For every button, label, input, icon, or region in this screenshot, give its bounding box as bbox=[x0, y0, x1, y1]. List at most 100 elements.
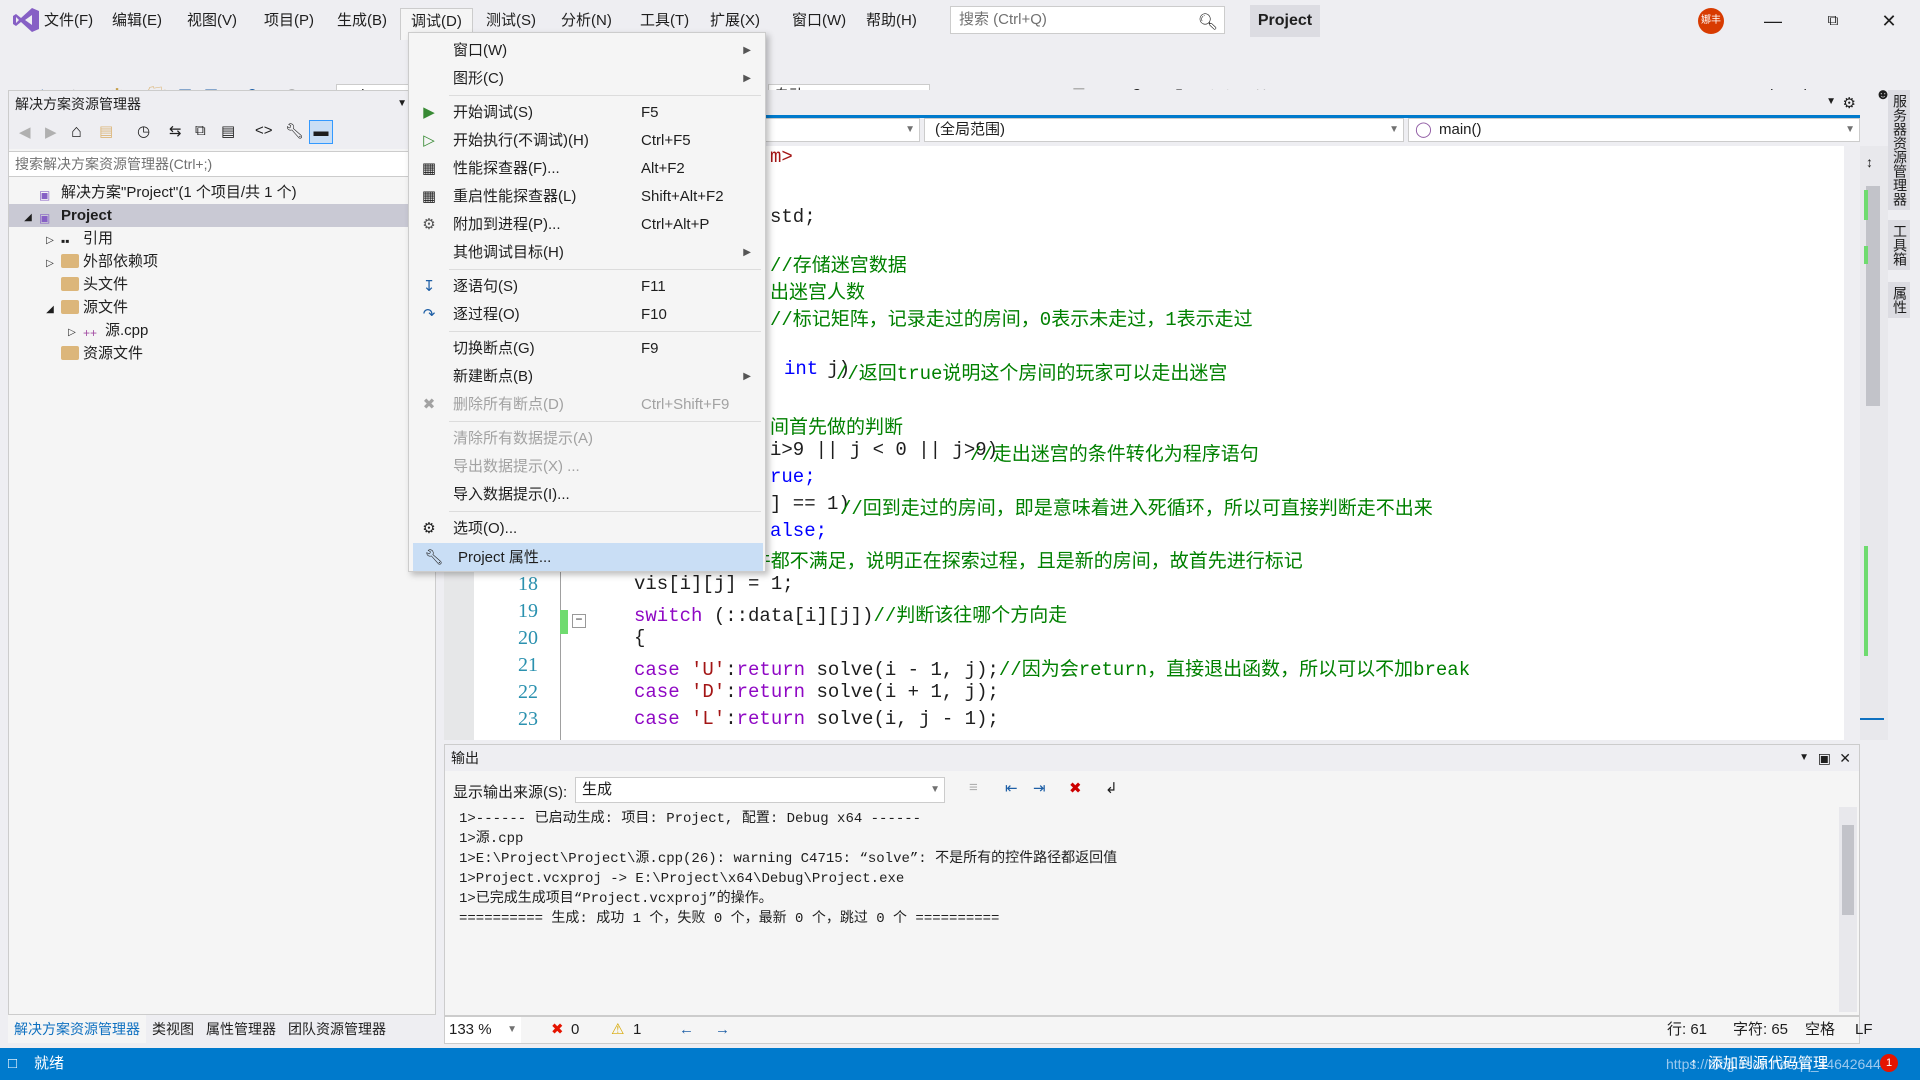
debug-menu-item[interactable]: 新建断点(B) ▶ bbox=[409, 363, 765, 391]
tree-item[interactable]: ▷ 外部依赖项 bbox=[9, 250, 435, 273]
debug-menu-item[interactable]: ▶ 开始调试(S) F5 bbox=[409, 99, 765, 127]
menu-0[interactable]: 文件(F) bbox=[34, 8, 103, 34]
editor-scrollbar[interactable]: ↕ bbox=[1860, 146, 1888, 740]
collapsed-arrow-icon[interactable]: ▷ bbox=[43, 229, 57, 252]
menu-3[interactable]: 项目(P) bbox=[254, 8, 324, 34]
scrollbar-thumb[interactable] bbox=[1842, 825, 1854, 915]
menu-6[interactable]: 测试(S) bbox=[476, 8, 546, 34]
expanded-arrow-icon[interactable]: ◢ bbox=[21, 206, 35, 229]
tree-item[interactable]: ◢ ▣ Project bbox=[9, 204, 435, 227]
debug-menu-item[interactable]: ⚙ 附加到进程(P)... Ctrl+Alt+P bbox=[409, 211, 765, 239]
show-all-files-icon[interactable]: ▤ bbox=[221, 122, 235, 140]
prev-message-icon[interactable]: ⇤ bbox=[1005, 779, 1018, 797]
debug-menu-item[interactable]: 图形(C) ▶ bbox=[409, 65, 765, 93]
debug-menu-item[interactable]: 窗口(W) ▶ bbox=[409, 37, 765, 65]
menu-8[interactable]: 工具(T) bbox=[630, 8, 699, 34]
member-combo[interactable]: ◯ main() ▼ bbox=[1408, 118, 1860, 142]
tree-item[interactable]: ◢ 源文件 bbox=[9, 296, 435, 319]
debug-menu-item[interactable]: 🔧︎ Project 属性... bbox=[413, 543, 763, 571]
menu-7[interactable]: 分析(N) bbox=[551, 8, 622, 34]
ready-icon: □ bbox=[8, 1055, 18, 1072]
word-wrap-icon[interactable]: ↲ bbox=[1105, 779, 1118, 797]
output-scrollbar[interactable] bbox=[1839, 807, 1857, 1012]
collapse-all-icon[interactable]: ⧉ bbox=[195, 122, 206, 139]
split-icon[interactable]: ↕ bbox=[1866, 154, 1873, 170]
maximize-icon[interactable]: ▣ bbox=[1818, 745, 1831, 771]
right-tab-1[interactable]: 工具箱 bbox=[1888, 220, 1910, 270]
view-code-icon[interactable]: <> bbox=[255, 122, 273, 139]
clear-all-icon[interactable]: ✖ bbox=[1069, 779, 1082, 797]
expanded-arrow-icon[interactable]: ◢ bbox=[43, 298, 57, 321]
nav-forward-icon[interactable]: → bbox=[715, 1017, 730, 1043]
debug-menu-item[interactable]: 清除所有数据提示(A) bbox=[409, 425, 765, 453]
error-count[interactable]: 0 bbox=[571, 1017, 579, 1043]
find-message-icon[interactable]: ≡ bbox=[969, 779, 978, 796]
bottom-tab-1[interactable]: 类视图 bbox=[146, 1015, 200, 1043]
tree-item[interactable]: ▷ ▪▪ 引用 bbox=[9, 227, 435, 250]
tree-item[interactable]: ▷ ++ 源.cpp bbox=[9, 319, 435, 342]
error-icon[interactable]: ✖ bbox=[551, 1017, 564, 1043]
menu-4[interactable]: 生成(B) bbox=[327, 8, 397, 34]
bottom-tab-0[interactable]: 解决方案资源管理器 bbox=[8, 1015, 146, 1043]
close-button[interactable]: ✕ bbox=[1866, 6, 1912, 36]
next-message-icon[interactable]: ⇥ bbox=[1033, 779, 1046, 797]
chevron-down-icon[interactable]: ▼ bbox=[1799, 745, 1809, 771]
tab-list-icon[interactable]: ▼ bbox=[1826, 96, 1836, 107]
collapse-icon[interactable]: − bbox=[572, 614, 586, 628]
output-text[interactable]: 1>------ 已启动生成: 项目: Project, 配置: Debug x… bbox=[445, 807, 1845, 1012]
debug-menu-item[interactable]: 导出数据提示(X) ... bbox=[409, 453, 765, 481]
collapsed-arrow-icon[interactable]: ▷ bbox=[65, 321, 79, 344]
avatar[interactable]: 娜丰 bbox=[1698, 8, 1724, 34]
menu-1[interactable]: 编辑(E) bbox=[102, 8, 172, 34]
minimize-button[interactable]: — bbox=[1750, 6, 1796, 36]
close-icon[interactable]: ✕ bbox=[1839, 745, 1851, 771]
debug-menu-item[interactable]: ⚙ 选项(O)... bbox=[409, 515, 765, 543]
pending-changes-icon[interactable]: ◷ bbox=[137, 122, 150, 140]
add-to-source-control[interactable]: 添加到源代码管理 bbox=[1708, 1048, 1828, 1080]
zoom-select[interactable]: 133 % ▼ bbox=[445, 1017, 521, 1043]
back-icon[interactable]: ◀ bbox=[19, 123, 31, 141]
menu-11[interactable]: 帮助(H) bbox=[856, 8, 927, 34]
debug-menu-item[interactable]: 其他调试目标(H) ▶ bbox=[409, 239, 765, 267]
collapsed-arrow-icon[interactable]: ▷ bbox=[43, 252, 57, 275]
restore-button[interactable]: ⧉ bbox=[1810, 6, 1856, 36]
warning-icon[interactable]: ⚠ bbox=[611, 1017, 624, 1043]
solution-search-input[interactable]: 搜索解决方案资源管理器(Ctrl+;) bbox=[9, 151, 435, 177]
debug-menu-item[interactable]: ▦ 性能探查器(F)... Alt+F2 bbox=[409, 155, 765, 183]
nav-back-icon[interactable]: ← bbox=[679, 1017, 694, 1043]
menu-9[interactable]: 扩展(X) bbox=[700, 8, 770, 34]
forward-icon[interactable]: ▶ bbox=[45, 123, 57, 141]
chevron-down-icon[interactable]: ▼ bbox=[397, 91, 407, 117]
bottom-tab-3[interactable]: 团队资源管理器 bbox=[282, 1015, 392, 1043]
scrollbar-thumb[interactable] bbox=[1866, 186, 1880, 406]
tree-item[interactable]: 资源文件 bbox=[9, 342, 435, 365]
menu-2[interactable]: 视图(V) bbox=[177, 8, 247, 34]
sync-icon[interactable]: ⇆ bbox=[169, 122, 182, 140]
wrench-icon[interactable]: 🔧︎ bbox=[285, 122, 304, 140]
debug-menu-item[interactable]: 导入数据提示(I)... bbox=[409, 481, 765, 509]
right-tab-2[interactable]: 属性 bbox=[1888, 282, 1910, 318]
home-icon[interactable]: ⌂ bbox=[71, 121, 82, 142]
notification-badge[interactable]: 1 bbox=[1880, 1054, 1898, 1072]
tree-item[interactable]: 头文件 bbox=[9, 273, 435, 296]
profiler-icon: ▦ bbox=[421, 160, 437, 177]
debug-menu-item[interactable]: ↧ 逐语句(S) F11 bbox=[409, 273, 765, 301]
debug-menu-item[interactable]: ▷ 开始执行(不调试)(H) Ctrl+F5 bbox=[409, 127, 765, 155]
code-token: : bbox=[725, 659, 737, 681]
bottom-tab-2[interactable]: 属性管理器 bbox=[200, 1015, 282, 1043]
debug-menu-item[interactable]: 切换断点(G) F9 bbox=[409, 335, 765, 363]
output-source-select[interactable]: 生成 ▼ bbox=[575, 777, 945, 803]
debug-menu-item[interactable]: ▦ 重启性能探查器(L) Shift+Alt+F2 bbox=[409, 183, 765, 211]
right-tab-0[interactable]: 服务器资源管理器 bbox=[1888, 90, 1910, 210]
gear-icon[interactable]: ⚙ bbox=[1843, 94, 1856, 112]
debug-menu-item[interactable]: ↷ 逐过程(O) F10 bbox=[409, 301, 765, 329]
code-fragment: 出迷宫人数 bbox=[770, 282, 866, 304]
preview-selected-icon[interactable]: ▬ bbox=[309, 120, 333, 144]
warning-count[interactable]: 1 bbox=[633, 1017, 641, 1043]
search-input[interactable]: 搜索 (Ctrl+Q) 🔍︎ bbox=[950, 6, 1225, 34]
switch-views-icon[interactable]: ▤ bbox=[99, 122, 113, 140]
menu-10[interactable]: 窗口(W) bbox=[782, 8, 856, 34]
scope-combo[interactable]: (全局范围) ▼ bbox=[924, 118, 1404, 142]
debug-menu-item[interactable]: ✖ 删除所有断点(D) Ctrl+Shift+F9 bbox=[409, 391, 765, 419]
tree-item[interactable]: ▣ 解决方案"Project"(1 个项目/共 1 个) bbox=[9, 181, 435, 204]
